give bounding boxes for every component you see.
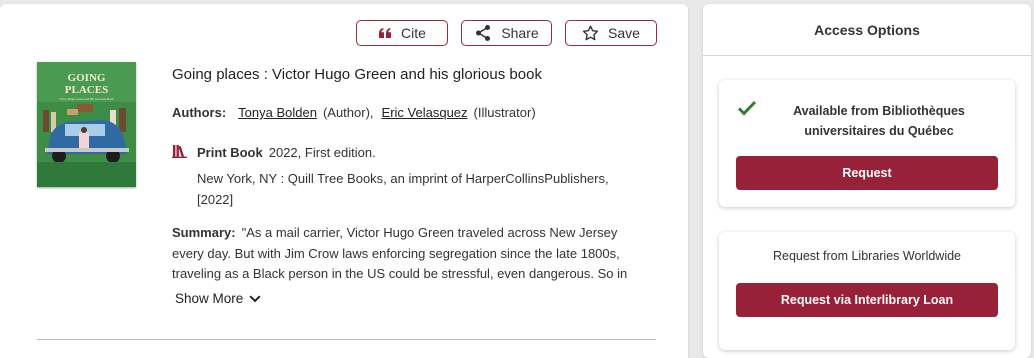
summary-label: Summary: (172, 225, 236, 240)
interlibrary-loan-button[interactable]: Request via Interlibrary Loan (736, 283, 998, 317)
cover-title-line2: PLACES (65, 84, 108, 96)
checkmark-icon (737, 100, 757, 121)
access-options-panel: Access Options Available from Bibliothèq… (703, 4, 1031, 358)
record-card: Cite Share Save GOING PLACES Victor Hugo… (0, 4, 688, 358)
publisher-info: New York, NY : Quill Tree Books, an impr… (197, 171, 609, 207)
share-label: Share (501, 25, 539, 41)
quote-icon (378, 27, 392, 39)
format-row: Print Book 2022, First edition. (172, 144, 376, 161)
availability-text: Available from Bibliothèques universitai… (793, 104, 965, 138)
share-button[interactable]: Share (461, 20, 552, 46)
cover-title-line1: GOING (68, 72, 106, 84)
cover-subtitle: Victor Hugo Green and His Glorious Book (59, 97, 114, 101)
worldwide-box: Request from Libraries Worldwide Request… (719, 232, 1015, 350)
book-title[interactable]: Going places : Victor Hugo Green and his… (172, 66, 542, 83)
edition: First edition. (304, 145, 376, 160)
authors-label: Authors: (172, 105, 227, 120)
summary-text: "As a mail carrier, Victor Hugo Green tr… (172, 225, 628, 281)
cite-button[interactable]: Cite (356, 20, 448, 46)
author-role-1: (Author) (322, 105, 370, 120)
availability-box: Available from Bibliothèques universitai… (719, 80, 1015, 207)
save-label: Save (608, 25, 640, 41)
show-more-button[interactable]: Show More (175, 291, 261, 306)
worldwide-text: Request from Libraries Worldwide (772, 249, 962, 263)
authors-row: Authors: Tonya Bolden (Author), Eric Velasq… (172, 105, 536, 120)
share-icon (474, 24, 492, 42)
author-role-2: (Illustrator) (473, 105, 536, 120)
author-separator: , (369, 105, 374, 120)
chevron-down-icon (249, 291, 261, 306)
request-button[interactable]: Request (736, 156, 998, 190)
format-label: Print Book (197, 145, 263, 160)
divider (37, 339, 656, 340)
save-button[interactable]: Save (565, 20, 657, 46)
access-options-title: Access Options (703, 4, 1031, 56)
author-link-2[interactable]: Eric Velasquez (382, 105, 468, 120)
author-link-1[interactable]: Tonya Bolden (238, 105, 317, 120)
summary: Summary: "As a mail carrier, Victor Hugo … (172, 223, 646, 283)
cite-label: Cite (401, 25, 426, 41)
record-actions: Cite Share Save (356, 20, 657, 46)
publication-year: 2022, (268, 145, 302, 160)
star-icon (582, 25, 599, 41)
book-cover-image[interactable]: GOING PLACES Victor Hugo Green and His G… (37, 62, 136, 187)
show-more-label: Show More (175, 291, 244, 306)
books-icon (172, 144, 188, 161)
